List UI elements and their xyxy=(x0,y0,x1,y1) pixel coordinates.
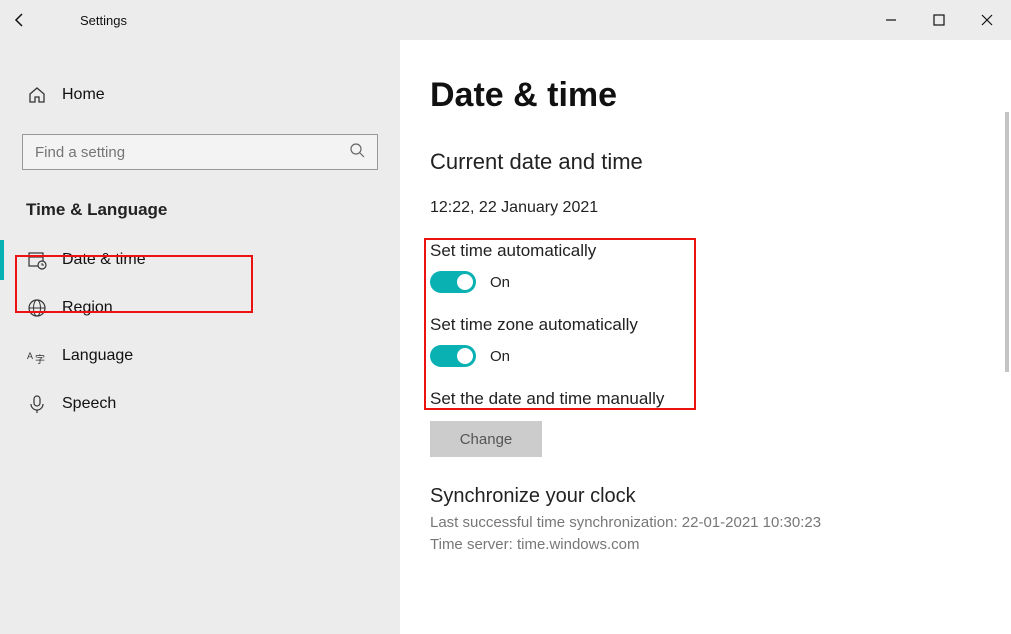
sidebar-item-label: Region xyxy=(62,299,113,317)
sidebar-nav: Date & time Region A字 Language Speech xyxy=(0,236,400,428)
sidebar-item-date-time[interactable]: Date & time xyxy=(0,236,400,284)
globe-icon xyxy=(26,298,48,318)
search-icon xyxy=(349,142,365,163)
language-icon: A字 xyxy=(26,346,48,366)
window-title: Settings xyxy=(80,13,127,28)
change-button[interactable]: Change xyxy=(430,421,542,457)
close-button[interactable] xyxy=(963,0,1011,40)
microphone-icon xyxy=(26,394,48,414)
current-datetime-heading: Current date and time xyxy=(430,149,1011,175)
page-title: Date & time xyxy=(430,76,1011,115)
sidebar-item-label: Speech xyxy=(62,395,116,413)
sidebar-home-label: Home xyxy=(62,86,105,104)
sidebar-item-language[interactable]: A字 Language xyxy=(0,332,400,380)
main-content: Date & time Current date and time 12:22,… xyxy=(400,40,1011,634)
search-box[interactable] xyxy=(22,134,378,170)
set-zone-auto-state: On xyxy=(490,348,510,365)
close-icon xyxy=(981,14,993,26)
set-time-auto-toggle[interactable] xyxy=(430,271,476,293)
sidebar-item-label: Language xyxy=(62,347,133,365)
svg-text:字: 字 xyxy=(35,353,45,366)
calendar-clock-icon xyxy=(26,250,48,270)
sidebar-item-region[interactable]: Region xyxy=(0,284,400,332)
sync-last-info: Last successful time synchronization: 22… xyxy=(430,512,1011,534)
home-icon xyxy=(26,85,48,105)
maximize-button[interactable] xyxy=(915,0,963,40)
minimize-icon xyxy=(885,14,897,26)
sync-heading: Synchronize your clock xyxy=(430,485,1011,508)
set-time-auto-state: On xyxy=(490,274,510,291)
maximize-icon xyxy=(933,14,945,26)
window-controls xyxy=(867,0,1011,40)
title-bar: Settings xyxy=(0,0,1011,40)
sidebar-item-label: Date & time xyxy=(62,251,146,269)
current-datetime-value: 12:22, 22 January 2021 xyxy=(430,199,1011,217)
set-time-auto-label: Set time automatically xyxy=(430,241,1011,261)
sync-server-info: Time server: time.windows.com xyxy=(430,534,1011,556)
set-zone-auto-toggle[interactable] xyxy=(430,345,476,367)
arrow-left-icon xyxy=(12,12,28,28)
search-input[interactable] xyxy=(35,144,349,161)
set-zone-auto-label: Set time zone automatically xyxy=(430,315,1011,335)
back-button[interactable] xyxy=(0,0,40,40)
sidebar: Home Time & Language Date & time Region … xyxy=(0,40,400,634)
sidebar-item-speech[interactable]: Speech xyxy=(0,380,400,428)
sidebar-section-title: Time & Language xyxy=(26,200,400,220)
sidebar-home[interactable]: Home xyxy=(0,70,400,120)
manual-datetime-label: Set the date and time manually xyxy=(430,389,1011,409)
scrollbar-indicator[interactable] xyxy=(1005,112,1009,372)
minimize-button[interactable] xyxy=(867,0,915,40)
svg-text:A: A xyxy=(27,351,33,361)
